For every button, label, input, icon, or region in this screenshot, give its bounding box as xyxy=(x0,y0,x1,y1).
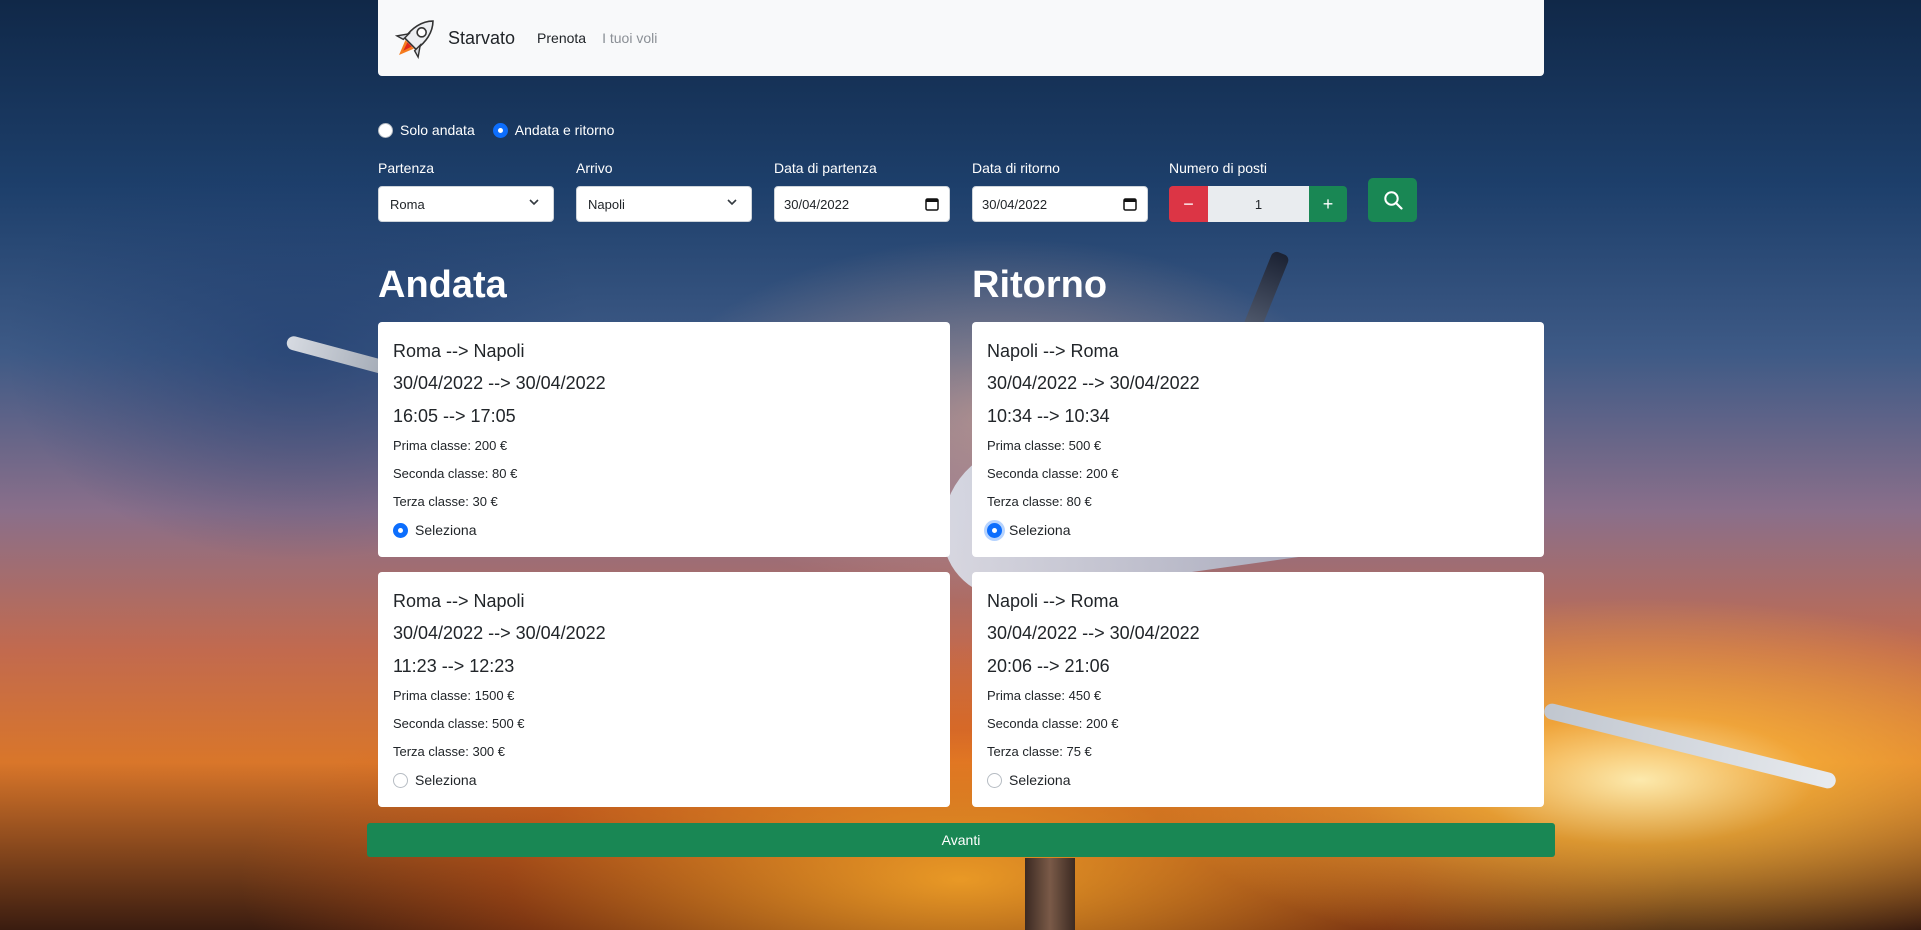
outbound-flight-card: Roma --> Napoli 30/04/2022 --> 30/04/202… xyxy=(378,322,950,557)
flight-select-option[interactable]: Seleziona xyxy=(987,522,1529,538)
nav-link-tuoi-voli[interactable]: I tuoi voli xyxy=(602,30,657,46)
flight-select-radio[interactable] xyxy=(987,772,1002,788)
radio-round-trip[interactable] xyxy=(492,122,508,138)
return-title: Ritorno xyxy=(972,264,1108,306)
second-class-price: Seconda classe: 500 € xyxy=(393,716,525,731)
departure-date-value: 30/04/2022 xyxy=(784,196,850,212)
seats-increment-button[interactable]: + xyxy=(1309,186,1347,222)
third-class-price: Terza classe: 30 € xyxy=(393,494,498,509)
return-date-label: Data di ritorno xyxy=(972,160,1060,176)
trip-option-label: Andata e ritorno xyxy=(514,122,615,138)
flight-select-radio[interactable] xyxy=(393,522,408,538)
trip-option-round-trip[interactable]: Andata e ritorno xyxy=(492,122,615,138)
outbound-flight-card: Roma --> Napoli 30/04/2022 --> 30/04/202… xyxy=(378,572,950,807)
flight-route: Napoli --> Roma xyxy=(987,591,1119,611)
rocket-logo-icon xyxy=(394,20,434,60)
seats-stepper: − 1 + xyxy=(1169,186,1347,222)
radio-one-way[interactable] xyxy=(378,122,393,138)
departure-label: Partenza xyxy=(378,160,435,176)
return-date-value: 30/04/2022 xyxy=(982,196,1048,212)
trip-option-label: Solo andata xyxy=(400,122,475,138)
arrival-value: Napoli xyxy=(588,196,625,212)
arrival-label: Arrivo xyxy=(576,160,613,176)
second-class-price: Seconda classe: 200 € xyxy=(987,716,1119,731)
flight-dates: 30/04/2022 --> 30/04/2022 xyxy=(393,623,606,643)
next-button[interactable]: Avanti xyxy=(367,823,1555,857)
flight-route: Napoli --> Roma xyxy=(987,341,1119,361)
seats-quantity-input[interactable]: 1 xyxy=(1208,186,1309,222)
background-plane-wing-right xyxy=(1542,701,1838,791)
chevron-down-icon xyxy=(727,199,737,206)
first-class-price: Prima classe: 500 € xyxy=(987,438,1102,453)
seats-label: Numero di posti xyxy=(1169,160,1268,176)
flight-route: Roma --> Napoli xyxy=(393,341,525,361)
search-button[interactable] xyxy=(1368,178,1417,222)
calendar-icon[interactable] xyxy=(1123,197,1137,211)
return-date-input[interactable]: 30/04/2022 xyxy=(972,186,1148,222)
flight-select-option[interactable]: Seleziona xyxy=(393,772,935,788)
third-class-price: Terza classe: 75 € xyxy=(987,744,1092,759)
flight-select-label: Seleziona xyxy=(1009,522,1071,538)
trip-option-one-way[interactable]: Solo andata xyxy=(378,122,475,138)
calendar-icon[interactable] xyxy=(925,197,939,211)
departure-date-label: Data di partenza xyxy=(774,160,877,176)
return-flight-card: Napoli --> Roma 30/04/2022 --> 30/04/202… xyxy=(972,572,1544,807)
flight-times: 10:34 --> 10:34 xyxy=(987,406,1110,426)
second-class-price: Seconda classe: 200 € xyxy=(987,466,1119,481)
arrival-select[interactable]: Napoli xyxy=(576,186,752,222)
first-class-price: Prima classe: 200 € xyxy=(393,438,508,453)
first-class-price: Prima classe: 450 € xyxy=(987,688,1102,703)
trip-type-group: Solo andata Andata e ritorno xyxy=(378,122,632,138)
return-flight-card: Napoli --> Roma 30/04/2022 --> 30/04/202… xyxy=(972,322,1544,557)
flight-dates: 30/04/2022 --> 30/04/2022 xyxy=(987,373,1200,393)
flight-dates: 30/04/2022 --> 30/04/2022 xyxy=(393,373,606,393)
background-tower xyxy=(1025,858,1075,930)
second-class-price: Seconda classe: 80 € xyxy=(393,466,518,481)
chevron-down-icon xyxy=(529,199,539,206)
flight-times: 20:06 --> 21:06 xyxy=(987,656,1110,676)
departure-date-input[interactable]: 30/04/2022 xyxy=(774,186,950,222)
first-class-price: Prima classe: 1500 € xyxy=(393,688,515,703)
outbound-title: Andata xyxy=(378,264,507,306)
flight-select-label: Seleziona xyxy=(415,772,477,788)
flight-select-option[interactable]: Seleziona xyxy=(987,772,1529,788)
navbar: Starvato Prenota I tuoi voli xyxy=(378,0,1544,76)
nav-link-prenota[interactable]: Prenota xyxy=(537,30,586,46)
third-class-price: Terza classe: 80 € xyxy=(987,494,1092,509)
flight-select-option[interactable]: Seleziona xyxy=(393,522,935,538)
third-class-price: Terza classe: 300 € xyxy=(393,744,506,759)
flight-times: 11:23 --> 12:23 xyxy=(393,656,515,676)
departure-select[interactable]: Roma xyxy=(378,186,554,222)
departure-value: Roma xyxy=(390,196,425,212)
brand-name: Starvato xyxy=(448,27,516,48)
seats-decrement-button[interactable]: − xyxy=(1169,186,1208,222)
flight-select-label: Seleziona xyxy=(1009,772,1071,788)
brand[interactable]: Starvato xyxy=(388,10,515,66)
flight-select-label: Seleziona xyxy=(415,522,477,538)
flight-route: Roma --> Napoli xyxy=(393,591,525,611)
flight-times: 16:05 --> 17:05 xyxy=(393,406,516,426)
search-icon xyxy=(1383,191,1403,210)
flight-select-radio[interactable] xyxy=(393,772,408,788)
flight-select-radio[interactable] xyxy=(987,522,1002,538)
flight-dates: 30/04/2022 --> 30/04/2022 xyxy=(987,623,1200,643)
